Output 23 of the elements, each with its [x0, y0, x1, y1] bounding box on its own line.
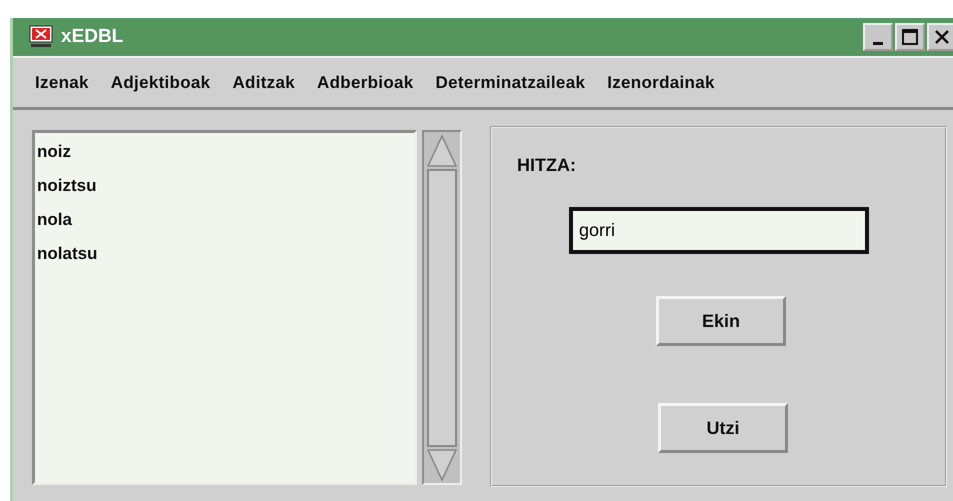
word-input[interactable]: gorri — [569, 207, 869, 254]
menu-item[interactable]: Determinatzaileak — [436, 70, 586, 96]
close-button[interactable] — [927, 23, 953, 51]
menu-item[interactable]: Adberbioak — [317, 70, 414, 96]
menu-item[interactable]: Adjektiboak — [110, 70, 210, 96]
list-item[interactable]: noiztsu — [37, 171, 96, 205]
menu-item[interactable]: Aditzak — [232, 70, 295, 96]
cancel-button[interactable]: Utzi — [658, 403, 788, 453]
close-icon — [933, 28, 951, 46]
list-item[interactable]: noiz — [37, 137, 71, 171]
menu-item[interactable]: Izenak — [35, 70, 89, 96]
ekin-button[interactable]: Ekin — [656, 296, 786, 346]
minimize-icon — [873, 42, 883, 44]
maximize-button[interactable] — [895, 23, 925, 51]
list-item[interactable]: nola — [37, 205, 72, 239]
maximize-icon — [901, 28, 919, 46]
scrollbar[interactable] — [422, 130, 462, 485]
minimize-button[interactable] — [863, 23, 893, 51]
app-icon — [29, 25, 53, 49]
word-label: HITZA: — [517, 154, 576, 177]
list-item[interactable]: nolatsu — [37, 239, 98, 273]
menu-item[interactable]: Izenordainak — [607, 70, 715, 96]
window-title: xEDBL — [61, 24, 124, 49]
